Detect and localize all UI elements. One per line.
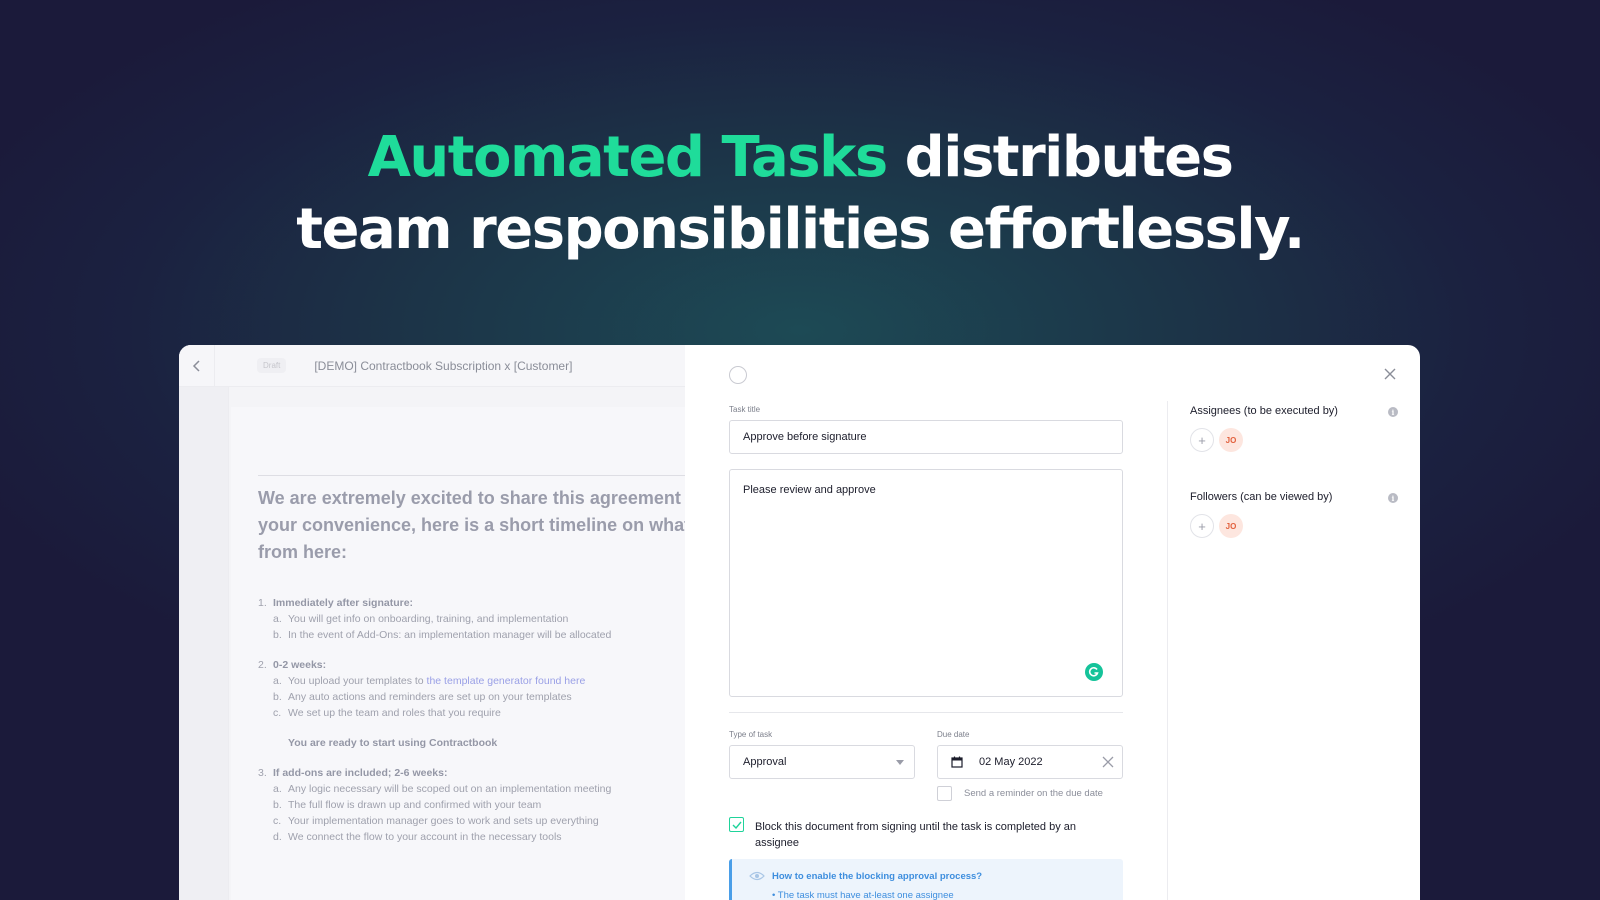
eye-icon	[749, 871, 765, 881]
list-item: b. In the event of Add-Ons: an implementa…	[258, 627, 678, 643]
item-letter: c.	[273, 707, 282, 719]
block-signing-checkbox[interactable]	[729, 817, 744, 832]
item-letter: a.	[273, 613, 282, 625]
document-timeline-list: 1. Immediately after signature: a. You wil…	[258, 595, 678, 859]
document-panel: Draft [DEMO] Contractbook Subscription x…	[179, 345, 685, 900]
info-callout-bullet: • The task must have at-least one assign…	[772, 890, 954, 900]
chevron-left-icon	[192, 359, 200, 372]
list-item: b. The full flow is drawn up and confirme…	[258, 797, 678, 813]
item-text: Any logic necessary will be scoped out o…	[288, 783, 612, 795]
section-number: 3.	[258, 767, 267, 779]
list-item: c. We set up the team and roles that you …	[258, 705, 678, 721]
list-item: c. Your implementation manager goes to wo…	[258, 813, 678, 829]
assignees-info-icon[interactable]: i	[1388, 407, 1398, 417]
add-assignee-button[interactable]: +	[1190, 428, 1214, 452]
task-type-select[interactable]: Approval	[729, 745, 915, 779]
due-date-value: 02 May 2022	[979, 756, 1043, 768]
followers-label: Followers (can be viewed by)	[1190, 491, 1333, 503]
headline-accent: Automated Tasks	[367, 125, 889, 190]
document-topbar: Draft [DEMO] Contractbook Subscription x…	[179, 345, 685, 387]
section-note: You are ready to start using Contractboo…	[288, 737, 498, 749]
template-generator-link[interactable]: the template generator found here	[427, 675, 586, 687]
document-divider	[258, 475, 685, 476]
assignee-avatar[interactable]: JO	[1219, 428, 1243, 452]
list-item: d. We connect the flow to your account in…	[258, 829, 678, 845]
add-follower-button[interactable]: +	[1190, 514, 1214, 538]
task-complete-toggle[interactable]	[729, 366, 747, 384]
task-title-value: Approve before signature	[743, 431, 867, 443]
list-item: a. You will get info on onboarding, train…	[258, 611, 678, 627]
item-text: You upload your templates to	[288, 675, 427, 687]
app-window: Draft [DEMO] Contractbook Subscription x…	[179, 345, 1420, 900]
timeline-section: 2. 0-2 weeks: a. You upload your templates…	[258, 657, 678, 751]
task-title-input[interactable]: Approve before signature	[729, 420, 1123, 454]
info-callout-bullet-text: The task must have at-least one assignee	[777, 890, 954, 900]
item-letter: a.	[273, 783, 282, 795]
list-item: b. Any auto actions and reminders are set…	[258, 689, 678, 705]
list-item: a. You upload your templates to the templ…	[258, 673, 678, 689]
item-letter: b.	[273, 629, 282, 641]
follower-avatar[interactable]: JO	[1219, 514, 1243, 538]
close-icon	[1384, 368, 1396, 380]
reminder-label: Send a reminder on the due date	[964, 788, 1103, 799]
item-letter: c.	[273, 815, 282, 827]
info-callout-title[interactable]: How to enable the blocking approval proc…	[772, 871, 982, 882]
document-title: [DEMO] Contractbook Subscription x [Cust…	[314, 358, 573, 373]
section-heading: If add-ons are included; 2-6 weeks:	[273, 767, 448, 779]
item-text: We connect the flow to your account in t…	[288, 831, 562, 843]
block-signing-label: Block this document from signing until t…	[755, 821, 1076, 849]
section-heading: Immediately after signature:	[273, 597, 414, 609]
clear-date-icon[interactable]	[1102, 756, 1114, 768]
item-letter: b.	[273, 691, 282, 703]
section-heading: 0-2 weeks:	[273, 659, 327, 671]
item-text: You will get info on onboarding, trainin…	[288, 613, 569, 625]
headline-line-2: team responsibilities effortlessly.	[296, 197, 1305, 262]
section-number: 2.	[258, 659, 267, 671]
headline-line-1-rest: distributes	[886, 125, 1234, 190]
status-badge: Draft	[257, 358, 287, 373]
item-text: Your implementation manager goes to work…	[288, 815, 599, 827]
document-outline-rail	[179, 387, 229, 900]
timeline-section: 3. If add-ons are included; 2-6 weeks: a.…	[258, 765, 678, 845]
due-date-picker[interactable]: 02 May 2022	[937, 745, 1123, 779]
task-type-label: Type of task	[729, 730, 773, 739]
timeline-section: 1. Immediately after signature: a. You wil…	[258, 595, 678, 643]
calendar-icon	[951, 756, 963, 768]
item-letter: b.	[273, 799, 282, 811]
chevron-down-icon	[896, 759, 904, 765]
form-divider	[729, 712, 1123, 713]
item-text: In the event of Add-Ons: an implementati…	[288, 629, 612, 641]
task-description-textarea[interactable]: Please review and approve	[729, 469, 1123, 697]
reminder-checkbox[interactable]	[937, 786, 952, 801]
headline-line-1: Automated Tasks distributes	[0, 122, 1600, 194]
grammarly-icon[interactable]	[1085, 663, 1103, 681]
item-letter: d.	[273, 831, 282, 843]
assignees-label: Assignees (to be executed by)	[1190, 405, 1338, 417]
task-description-value: Please review and approve	[743, 484, 876, 496]
hero-headline: Automated Tasks distributes team respons…	[0, 122, 1600, 266]
task-title-label: Task title	[729, 405, 761, 414]
close-button[interactable]	[1381, 365, 1399, 383]
item-text: We set up the team and roles that you re…	[288, 707, 501, 719]
item-text: The full flow is drawn up and confirmed …	[288, 799, 542, 811]
checkmark-icon	[732, 821, 742, 829]
due-date-label: Due date	[937, 730, 970, 739]
item-text: Any auto actions and reminders are set u…	[288, 691, 572, 703]
info-callout: How to enable the blocking approval proc…	[729, 859, 1123, 900]
followers-info-icon[interactable]: i	[1388, 493, 1398, 503]
sidebar-divider	[1167, 401, 1168, 900]
back-button[interactable]	[179, 345, 215, 387]
section-number: 1.	[258, 597, 267, 609]
task-type-value: Approval	[743, 756, 787, 768]
list-item: a. Any logic necessary will be scoped out…	[258, 781, 678, 797]
item-letter: a.	[273, 675, 282, 687]
document-lead-paragraph: We are extremely excited to share this a…	[258, 488, 685, 562]
